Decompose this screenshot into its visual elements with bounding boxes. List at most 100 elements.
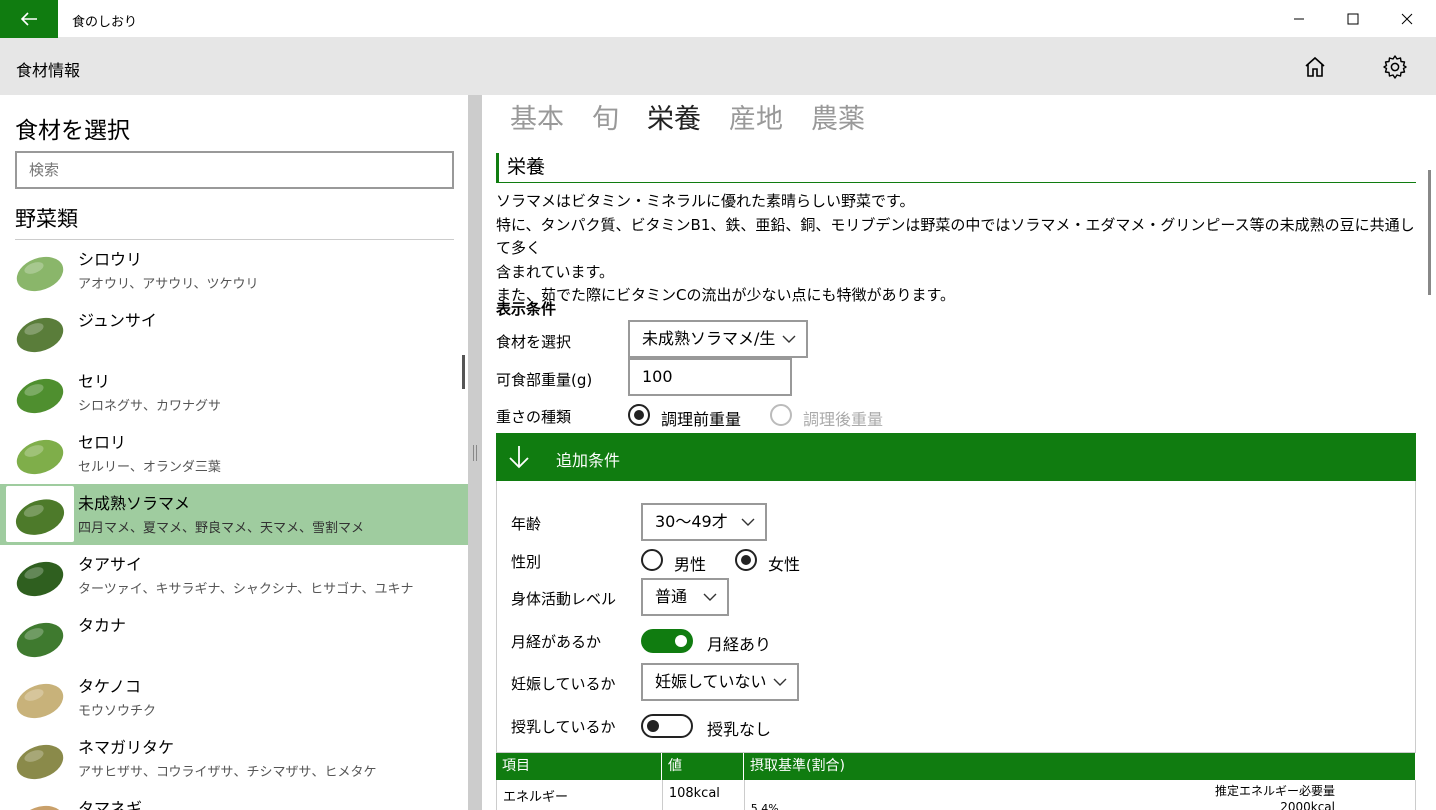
food-list-pane: 食材を選択 野菜類 シロウリアオウリ、アサウリ、ツケウリジュンサイセリシロネグサ… — [0, 95, 468, 810]
age-value: 30〜49才 — [655, 512, 728, 531]
food-aliases: アサヒザサ、コウライザサ、チシマザサ、ヒメタケ — [78, 765, 377, 780]
food-aliases: シロネグサ、カワナグサ — [78, 399, 222, 414]
nutrition-description: ソラマメはビタミン・ミネラルに優れた素晴らしい野菜です。 特に、タンパク質、ビタ… — [496, 190, 1418, 308]
food-name: セリ — [78, 372, 111, 391]
minimize-button[interactable] — [1276, 0, 1322, 38]
list-item[interactable]: ジュンサイ — [0, 301, 468, 362]
food-thumbnail — [8, 427, 72, 481]
maximize-icon — [1347, 13, 1359, 25]
header-bar: 食材情報 — [0, 38, 1436, 95]
food-name: タマネギ — [78, 799, 143, 810]
list-item[interactable]: 未成熟ソラマメ四月マメ、夏マメ、野良マメ、天マメ、雪割マメ — [0, 484, 468, 545]
arrow-down-icon — [509, 446, 529, 469]
tab-1[interactable]: 旬 — [592, 97, 619, 136]
chevron-down-icon — [773, 678, 787, 686]
radio-female[interactable] — [735, 549, 757, 571]
list-item[interactable]: タアサイ ターツァイ、キサラギナ、シャクシナ、ヒサゴナ、ユキナ — [0, 545, 468, 606]
lactation-label: 授乳しているか — [511, 718, 616, 736]
tab-0[interactable]: 基本 — [510, 97, 564, 136]
column-header-reference: 摂取基準(割合) — [744, 753, 1416, 780]
app-title: 食のしおり — [72, 15, 138, 30]
activity-value: 普通 — [655, 587, 688, 606]
food-thumbnail — [8, 732, 72, 786]
right-scrollbar[interactable] — [1428, 170, 1431, 295]
activity-combo[interactable]: 普通 — [641, 578, 729, 616]
radio-male[interactable] — [641, 549, 663, 571]
food-list: シロウリ アオウリ、アサウリ、ツケウリ ジュンサイ セリ シロネグサ、カワナグサ セロリセ… — [0, 240, 468, 810]
food-aliases: モウソウチク — [78, 704, 157, 719]
description-line: 特に、タンパク質、ビタミンB1、鉄、亜鉛、銅、モリブデンは野菜の中ではソラマメ・… — [496, 215, 1415, 258]
title-bar: 食のしおり — [0, 0, 1436, 38]
food-name: タアサイ — [78, 555, 143, 574]
chevron-down-icon — [741, 518, 755, 526]
menstruation-label: 月経があるか — [511, 633, 602, 651]
food-name: セロリ — [78, 433, 127, 452]
sex-label: 性別 — [511, 553, 542, 571]
menstruation-state: 月経あり — [707, 635, 772, 654]
weight-type-label: 重さの種類 — [496, 408, 572, 426]
gear-icon — [1383, 55, 1407, 79]
food-name: ジュンサイ — [78, 311, 157, 330]
settings-button[interactable] — [1378, 50, 1412, 84]
tab-4[interactable]: 農薬 — [811, 97, 865, 136]
list-item[interactable]: タマネギ — [0, 789, 468, 810]
list-item[interactable]: セロリセルリー、オランダ三葉 — [0, 423, 468, 484]
food-name: タケノコ — [78, 677, 142, 696]
list-item[interactable]: タケノコモウソウチク — [0, 667, 468, 728]
splitter-grip-icon[interactable] — [473, 445, 477, 461]
food-name: シロウリ — [78, 250, 143, 269]
reference-label: 推定エネルギー必要量 — [1214, 784, 1335, 798]
description-line: ソラマメはビタミン・ミネラルに優れた素晴らしい野菜です。 — [496, 192, 915, 210]
list-item[interactable]: シロウリアオウリ、アサウリ、ツケウリ — [0, 240, 468, 301]
cell-value: 108kcal — [663, 780, 745, 810]
back-button[interactable] — [0, 0, 58, 38]
age-label: 年齢 — [511, 515, 542, 533]
activity-label: 身体活動レベル — [511, 590, 617, 608]
chevron-down-icon — [782, 335, 796, 343]
section-title: 栄養 — [496, 153, 1416, 183]
food-select-combo[interactable]: 未成熟ソラマメ/生 — [628, 320, 808, 358]
radio-before-cooking[interactable] — [628, 404, 650, 426]
pivot-tabs: 基本旬栄養 産地 農薬 — [510, 97, 865, 136]
maximize-button[interactable] — [1330, 0, 1376, 38]
list-item[interactable]: ネマガリタケ アサヒザサ、コウライザサ、チシマザサ、ヒメタケ — [0, 728, 468, 789]
table-row: エネルギー 108kcal 推定エネルギー必要量 2000kcal 5.4% — [496, 780, 1416, 810]
food-thumbnail — [8, 366, 72, 420]
reference-value: 2000kcal — [1280, 800, 1335, 810]
description-line: 含まれています。 — [496, 262, 615, 281]
column-header-value: 値 — [662, 753, 744, 780]
chevron-down-icon — [703, 593, 717, 601]
weight-input[interactable]: 100 — [628, 358, 792, 396]
radio-before-cooking-label: 調理前重量 — [661, 410, 742, 429]
pregnancy-label: 妊娠しているか — [511, 675, 616, 693]
back-arrow-icon — [20, 12, 37, 26]
tab-3[interactable]: 産地 — [729, 97, 783, 136]
left-scrollbar[interactable] — [462, 355, 465, 389]
list-item[interactable]: セリシロネグサ、カワナグサ — [0, 362, 468, 423]
food-aliases: 四月マメ、夏マメ、野良マメ、天マメ、雪割マメ — [78, 521, 365, 536]
list-item[interactable]: タカナ — [0, 606, 468, 667]
food-thumbnail — [8, 610, 72, 664]
pregnancy-combo[interactable]: 妊娠していない — [641, 663, 799, 701]
food-thumbnail — [8, 671, 72, 725]
tab-2[interactable]: 栄養 — [647, 97, 701, 136]
nutrition-table: 項目 値 摂取基準(割合) エネルギー 108kcal 推定エネルギー必要量 2… — [496, 753, 1416, 810]
radio-after-cooking[interactable] — [770, 404, 792, 426]
food-select-label: 食材を選択 — [496, 333, 572, 351]
food-name: タカナ — [78, 616, 127, 635]
extra-conditions-expander[interactable]: 追加条件 — [496, 433, 1416, 481]
food-thumbnail — [8, 793, 72, 810]
column-header-item: 項目 — [496, 753, 662, 780]
category-heading: 野菜類 — [15, 207, 78, 231]
home-button[interactable] — [1298, 50, 1332, 84]
close-button[interactable] — [1384, 0, 1430, 38]
search-input[interactable] — [15, 151, 454, 189]
food-aliases: セルリー、オランダ三葉 — [78, 460, 221, 475]
age-combo[interactable]: 30〜49才 — [641, 503, 767, 541]
food-name: 未成熟ソラマメ — [78, 494, 191, 513]
food-aliases: アオウリ、アサウリ、ツケウリ — [78, 277, 259, 292]
food-thumbnail — [6, 486, 74, 542]
menstruation-toggle[interactable] — [641, 629, 693, 653]
lactation-toggle[interactable] — [641, 714, 693, 738]
food-thumbnail — [8, 305, 72, 359]
